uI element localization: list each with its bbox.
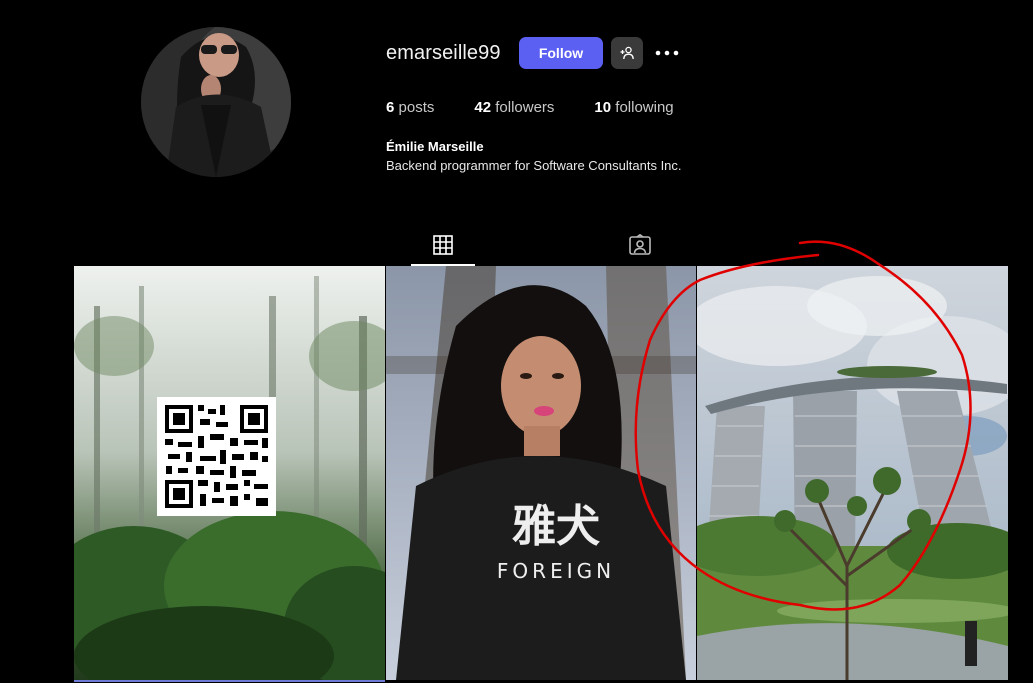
tab-tagged[interactable] (608, 226, 672, 264)
followers-count-label: followers (495, 99, 555, 116)
grid-bottom-edge (74, 680, 385, 682)
profile-username: emarseille99 (386, 42, 501, 64)
profile-bio: Backend programmer for Software Consulta… (386, 158, 682, 173)
posts-count: 6 posts (386, 99, 434, 116)
following-count-label: following (615, 99, 674, 116)
avatar[interactable] (141, 27, 291, 177)
post-image-portrait: 雅犬 FOREIGN (386, 266, 696, 680)
suggested-users-button[interactable] (611, 37, 643, 69)
post-tile-2[interactable]: 雅犬 FOREIGN (386, 266, 696, 680)
add-person-icon (620, 46, 634, 60)
post-image-rainforest (74, 266, 385, 680)
qr-code (157, 397, 276, 516)
shirt-text-kanji: 雅犬 (512, 501, 600, 552)
followers-count-value: 42 (474, 99, 492, 116)
more-options-button[interactable] (652, 41, 682, 65)
post-image-marina-bay-sands (697, 266, 1008, 680)
post-tile-3[interactable] (697, 266, 1008, 680)
shirt-text-foreign: FOREIGN (497, 559, 615, 583)
more-options-icon (655, 50, 679, 56)
followers-link[interactable]: 42 followers (474, 99, 554, 116)
posts-count-value: 6 (386, 99, 395, 116)
profile-page: emarseille99 Follow 6 posts 42 followers… (0, 0, 1033, 683)
tab-posts[interactable] (411, 226, 475, 266)
profile-full-name: Émilie Marseille (386, 139, 484, 154)
grid-icon (433, 235, 453, 255)
posts-count-label: posts (398, 99, 435, 116)
tagged-person-icon (629, 234, 651, 255)
following-count-value: 10 (594, 99, 612, 116)
post-tile-1[interactable] (74, 266, 385, 680)
follow-button[interactable]: Follow (519, 37, 603, 69)
avatar-photo (141, 27, 291, 177)
following-link[interactable]: 10 following (594, 99, 673, 116)
profile-stats: 6 posts 42 followers 10 following (386, 99, 714, 116)
